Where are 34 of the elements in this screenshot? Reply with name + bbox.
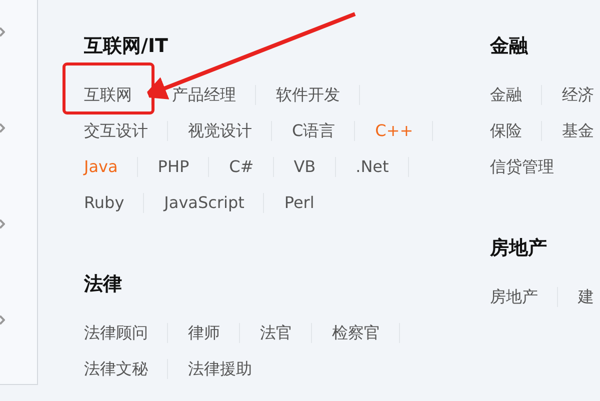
job-link[interactable]: 交互设计 [84,121,168,141]
job-link[interactable]: 互联网 [84,85,152,105]
job-link[interactable]: 法律顾问 [84,323,168,343]
job-link[interactable]: 基金 [562,121,600,141]
job-link[interactable]: C语言 [292,121,356,141]
job-link[interactable]: 房地产 [490,287,558,307]
job-link[interactable]: 视觉设计 [188,121,272,141]
chevron-icon[interactable] [0,219,5,229]
job-link[interactable]: Ruby [84,193,144,213]
job-link[interactable]: 保险 [490,121,542,141]
chevron-icon[interactable] [0,315,5,325]
job-link[interactable]: 经济 [562,85,600,105]
job-link[interactable]: 产品经理 [172,85,256,105]
job-link[interactable]: 建 [578,287,600,307]
chevron-icon[interactable] [0,123,5,133]
category-heading: 互联网/IT [84,34,169,59]
job-link[interactable]: 法律文秘 [84,359,168,379]
job-link[interactable]: PHP [158,157,210,177]
category-heading: 金融 [490,34,529,59]
job-link[interactable]: 金融 [490,85,542,105]
job-link[interactable]: C# [229,157,274,177]
job-link[interactable]: 信贷管理 [490,157,573,177]
job-link[interactable]: .Net [356,157,409,177]
job-link[interactable]: JavaScript [164,193,264,213]
job-link[interactable]: 检察官 [332,323,400,343]
job-link[interactable]: 法律援助 [188,359,271,379]
job-link[interactable]: VB [294,157,336,177]
chevron-icon[interactable] [0,27,5,37]
job-link[interactable]: 律师 [188,323,240,343]
category-heading: 法律 [84,272,123,297]
job-link[interactable]: Perl [284,193,334,213]
job-link[interactable]: 软件开发 [276,85,360,105]
category-heading: 房地产 [490,236,548,261]
job-link[interactable]: 法官 [260,323,312,343]
